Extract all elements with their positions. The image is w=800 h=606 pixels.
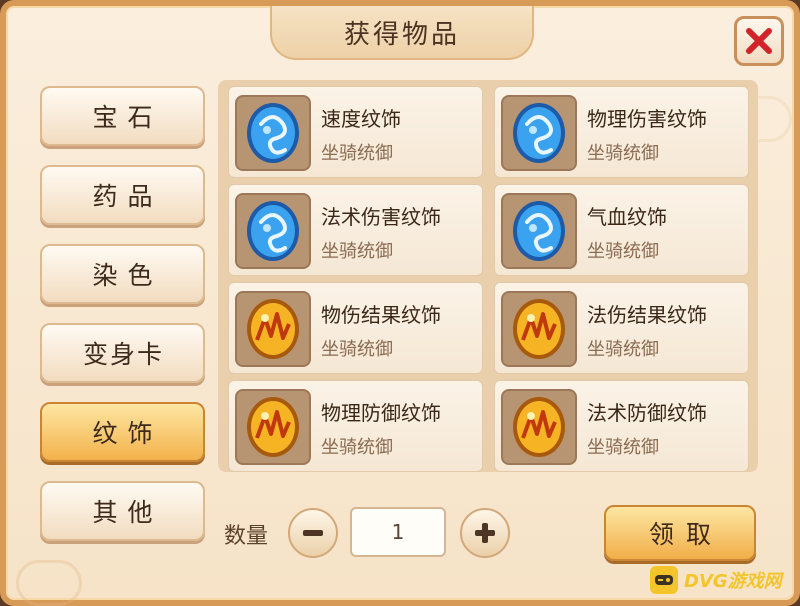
category-label: 纹饰 — [92, 419, 163, 448]
item-name: 物理防御纹饰 — [321, 401, 441, 425]
item-desc: 坐骑统御 — [587, 339, 659, 360]
gold-crest-icon — [513, 299, 565, 359]
close-button[interactable] — [734, 16, 784, 66]
item-card[interactable]: 速度纹饰 坐骑统御 — [228, 86, 483, 178]
item-name: 物理伤害纹饰 — [587, 107, 707, 131]
category-label: 染色 — [92, 261, 163, 290]
item-name: 法伤结果纹饰 — [587, 303, 707, 327]
site-watermark: DVG游戏网 — [650, 564, 782, 596]
category-gem[interactable]: 宝石 — [40, 86, 205, 146]
category-label: 其他 — [92, 498, 163, 527]
title-plate: 获得物品 — [270, 6, 534, 60]
item-icon-frame — [235, 291, 311, 367]
item-desc: 坐骑统御 — [587, 437, 659, 458]
item-card[interactable]: 物理防御纹饰 坐骑统御 — [228, 380, 483, 472]
gold-crest-icon — [247, 299, 299, 359]
corner-ornament — [16, 560, 82, 606]
increase-quantity-button[interactable] — [460, 508, 510, 558]
item-name: 法术防御纹饰 — [587, 401, 707, 425]
dialog-title: 获得物品 — [343, 19, 460, 50]
category-medicine[interactable]: 药品 — [40, 165, 205, 225]
item-desc: 坐骑统御 — [321, 437, 393, 458]
category-crest[interactable]: 纹饰 — [40, 402, 205, 462]
category-label: 变身卡 — [82, 340, 164, 369]
category-other[interactable]: 其他 — [40, 481, 205, 541]
item-card[interactable]: 气血纹饰 坐骑统御 — [494, 184, 749, 276]
blue-crest-icon — [247, 103, 299, 163]
blue-crest-icon — [513, 103, 565, 163]
item-desc: 坐骑统御 — [321, 339, 393, 360]
category-label: 药品 — [92, 182, 163, 211]
item-icon-frame — [235, 193, 311, 269]
quantity-input[interactable] — [350, 507, 446, 557]
category-dye[interactable]: 染色 — [40, 244, 205, 304]
decrease-quantity-button[interactable] — [288, 508, 338, 558]
item-card[interactable]: 物理伤害纹饰 坐骑统御 — [494, 86, 749, 178]
claim-label: 领取 — [648, 520, 723, 549]
item-name: 速度纹饰 — [321, 107, 401, 131]
item-card[interactable]: 物伤结果纹饰 坐骑统御 — [228, 282, 483, 374]
watermark-text: DVG游戏网 — [684, 571, 782, 592]
item-icon-frame — [501, 193, 577, 269]
minus-icon — [303, 530, 323, 536]
item-desc: 坐骑统御 — [321, 143, 393, 164]
item-name: 法术伤害纹饰 — [321, 205, 441, 229]
quantity-label: 数量 — [224, 524, 269, 549]
item-name: 气血纹饰 — [587, 205, 667, 229]
item-grid: 速度纹饰 坐骑统御 物理伤害纹饰 坐骑统御 法术伤害纹饰 坐骑统御 气血纹饰 坐… — [218, 80, 758, 472]
item-desc: 坐骑统御 — [321, 241, 393, 262]
item-icon-frame — [501, 291, 577, 367]
claim-button[interactable]: 领取 — [604, 505, 756, 561]
item-icon-frame — [501, 95, 577, 171]
item-icon-frame — [501, 389, 577, 465]
item-name: 物伤结果纹饰 — [321, 303, 441, 327]
gamepad-logo-icon — [650, 566, 678, 594]
item-desc: 坐骑统御 — [587, 241, 659, 262]
close-x-icon — [746, 28, 772, 54]
gold-crest-icon — [513, 397, 565, 457]
item-desc: 坐骑统御 — [587, 143, 659, 164]
gold-crest-icon — [247, 397, 299, 457]
item-card[interactable]: 法术防御纹饰 坐骑统御 — [494, 380, 749, 472]
category-transform-card[interactable]: 变身卡 — [40, 323, 205, 383]
plus-icon — [475, 523, 495, 543]
item-icon-frame — [235, 95, 311, 171]
item-card[interactable]: 法术伤害纹饰 坐骑统御 — [228, 184, 483, 276]
blue-crest-icon — [247, 201, 299, 261]
item-icon-frame — [235, 389, 311, 465]
item-card[interactable]: 法伤结果纹饰 坐骑统御 — [494, 282, 749, 374]
category-label: 宝石 — [92, 103, 163, 132]
blue-crest-icon — [513, 201, 565, 261]
